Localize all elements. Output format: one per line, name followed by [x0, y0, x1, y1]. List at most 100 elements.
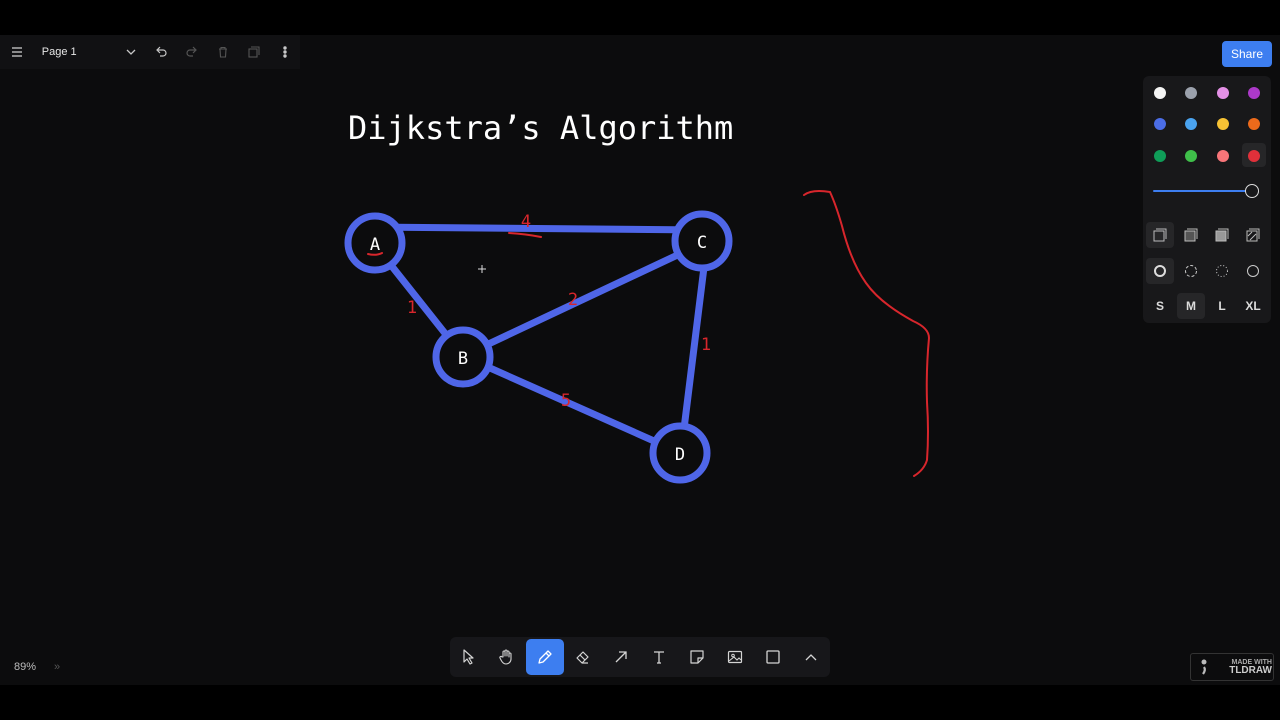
text-tool[interactable] — [640, 639, 678, 675]
redo-button[interactable] — [177, 35, 208, 69]
opacity-slider[interactable] — [1153, 190, 1253, 192]
dash-solid-icon — [1247, 265, 1259, 277]
color-swatch[interactable] — [1154, 150, 1166, 162]
dash-draw-icon — [1154, 265, 1166, 277]
hand-tool[interactable] — [488, 639, 526, 675]
crosshair-cursor-icon — [478, 265, 486, 273]
edge-a-c — [368, 223, 707, 234]
size-l-label: L — [1218, 299, 1226, 313]
freehand-bracket — [803, 190, 931, 477]
graph-edges[interactable] — [368, 223, 711, 457]
tldraw-logo-icon — [1201, 659, 1207, 675]
size-l-button[interactable]: L — [1208, 293, 1236, 319]
rectangle-icon — [766, 650, 780, 664]
node-c-label: C — [697, 233, 707, 253]
fill-semi-button[interactable] — [1177, 222, 1205, 248]
delete-button[interactable] — [208, 35, 239, 69]
select-tool[interactable] — [450, 639, 488, 675]
eraser-icon — [576, 651, 589, 664]
zoom-control[interactable]: 89% » — [0, 655, 80, 679]
page-name[interactable]: Page 1 — [42, 46, 116, 58]
undo-button[interactable] — [146, 35, 177, 69]
edge-b-d — [459, 352, 685, 457]
note-tool[interactable] — [678, 639, 716, 675]
eraser-tool[interactable] — [564, 639, 602, 675]
note-icon — [690, 650, 704, 664]
top-menu-bar: Page 1 — [0, 35, 300, 69]
fill-solid-icon — [1215, 228, 1229, 242]
weight-b-c: 2 — [568, 290, 578, 310]
color-swatch[interactable] — [1248, 87, 1260, 99]
dash-solid-button[interactable] — [1239, 258, 1267, 284]
fill-pattern-button[interactable] — [1239, 222, 1267, 248]
chevron-right-icon[interactable]: » — [54, 661, 60, 673]
duplicate-icon — [248, 46, 260, 58]
size-xl-button[interactable]: XL — [1239, 293, 1267, 319]
size-xl-label: XL — [1245, 299, 1261, 313]
watermark-line2: TLDRAW — [1229, 665, 1272, 676]
made-with-tldraw-badge[interactable]: MADE WITH TLDRAW — [1190, 653, 1274, 681]
color-swatch[interactable] — [1248, 150, 1260, 162]
size-m-button[interactable]: M — [1177, 293, 1205, 319]
node-c[interactable]: C — [671, 210, 733, 272]
node-d-label: D — [675, 445, 685, 465]
fill-pattern-icon — [1246, 228, 1260, 242]
node-a[interactable]: A — [344, 212, 406, 274]
undo-icon — [156, 46, 167, 57]
fill-none-button[interactable] — [1146, 222, 1174, 248]
dash-dotted-button[interactable] — [1208, 258, 1236, 284]
color-swatch[interactable] — [1185, 150, 1197, 162]
weight-c-d: 1 — [701, 335, 711, 355]
drawing-canvas[interactable]: Dijkstra’s Algorithm A B C D 4 1 2 1 5 — [0, 35, 1280, 685]
node-a-label: A — [370, 235, 380, 255]
trash-icon — [219, 46, 228, 58]
more-tools-button[interactable] — [792, 639, 830, 675]
draw-tool[interactable] — [526, 639, 564, 675]
dash-dotted-icon — [1216, 265, 1228, 277]
share-button[interactable]: Share — [1222, 41, 1272, 67]
color-swatch[interactable] — [1154, 87, 1166, 99]
color-swatch[interactable] — [1248, 118, 1260, 130]
duplicate-button[interactable] — [238, 35, 269, 69]
menu-icon — [11, 47, 22, 57]
draw-icon — [538, 650, 552, 664]
chevron-up-icon — [805, 654, 817, 661]
size-s-button[interactable]: S — [1146, 293, 1174, 319]
dash-draw-button[interactable] — [1146, 258, 1174, 284]
fill-semi-icon — [1184, 228, 1198, 242]
weight-b-d: 5 — [561, 391, 571, 411]
arrow-tool[interactable] — [602, 639, 640, 675]
image-icon — [727, 650, 743, 664]
color-swatch[interactable] — [1185, 118, 1197, 130]
color-swatch[interactable] — [1217, 118, 1229, 130]
edge-b-c — [459, 239, 707, 360]
color-swatch[interactable] — [1185, 87, 1197, 99]
tool-bar — [450, 637, 830, 677]
weight-a-b: 1 — [407, 298, 417, 318]
color-swatch[interactable] — [1217, 150, 1229, 162]
color-swatch[interactable] — [1217, 87, 1229, 99]
node-b[interactable]: B — [432, 326, 494, 388]
redo-icon — [186, 46, 198, 57]
underline-4 — [508, 232, 542, 238]
rectangle-tool[interactable] — [754, 639, 792, 675]
dash-dashed-icon — [1185, 265, 1197, 277]
more-options-button[interactable] — [269, 35, 300, 69]
image-tool[interactable] — [716, 639, 754, 675]
select-icon — [463, 649, 474, 665]
menu-button[interactable] — [0, 35, 34, 69]
fill-none-icon — [1153, 228, 1167, 242]
zoom-level[interactable]: 89% — [14, 661, 54, 673]
fill-solid-button[interactable] — [1208, 222, 1236, 248]
page-dropdown-button[interactable] — [115, 35, 146, 69]
style-panel: S M L XL — [1143, 76, 1271, 323]
canvas-title[interactable]: Dijkstra’s Algorithm — [348, 109, 733, 147]
dash-dashed-button[interactable] — [1177, 258, 1205, 284]
node-b-label: B — [458, 349, 468, 369]
color-swatch[interactable] — [1154, 118, 1166, 130]
size-m-label: M — [1186, 299, 1196, 313]
hand-icon — [499, 649, 512, 665]
opacity-slider-thumb[interactable] — [1245, 184, 1259, 198]
arrow-icon — [615, 651, 627, 663]
node-d[interactable]: D — [649, 422, 711, 484]
